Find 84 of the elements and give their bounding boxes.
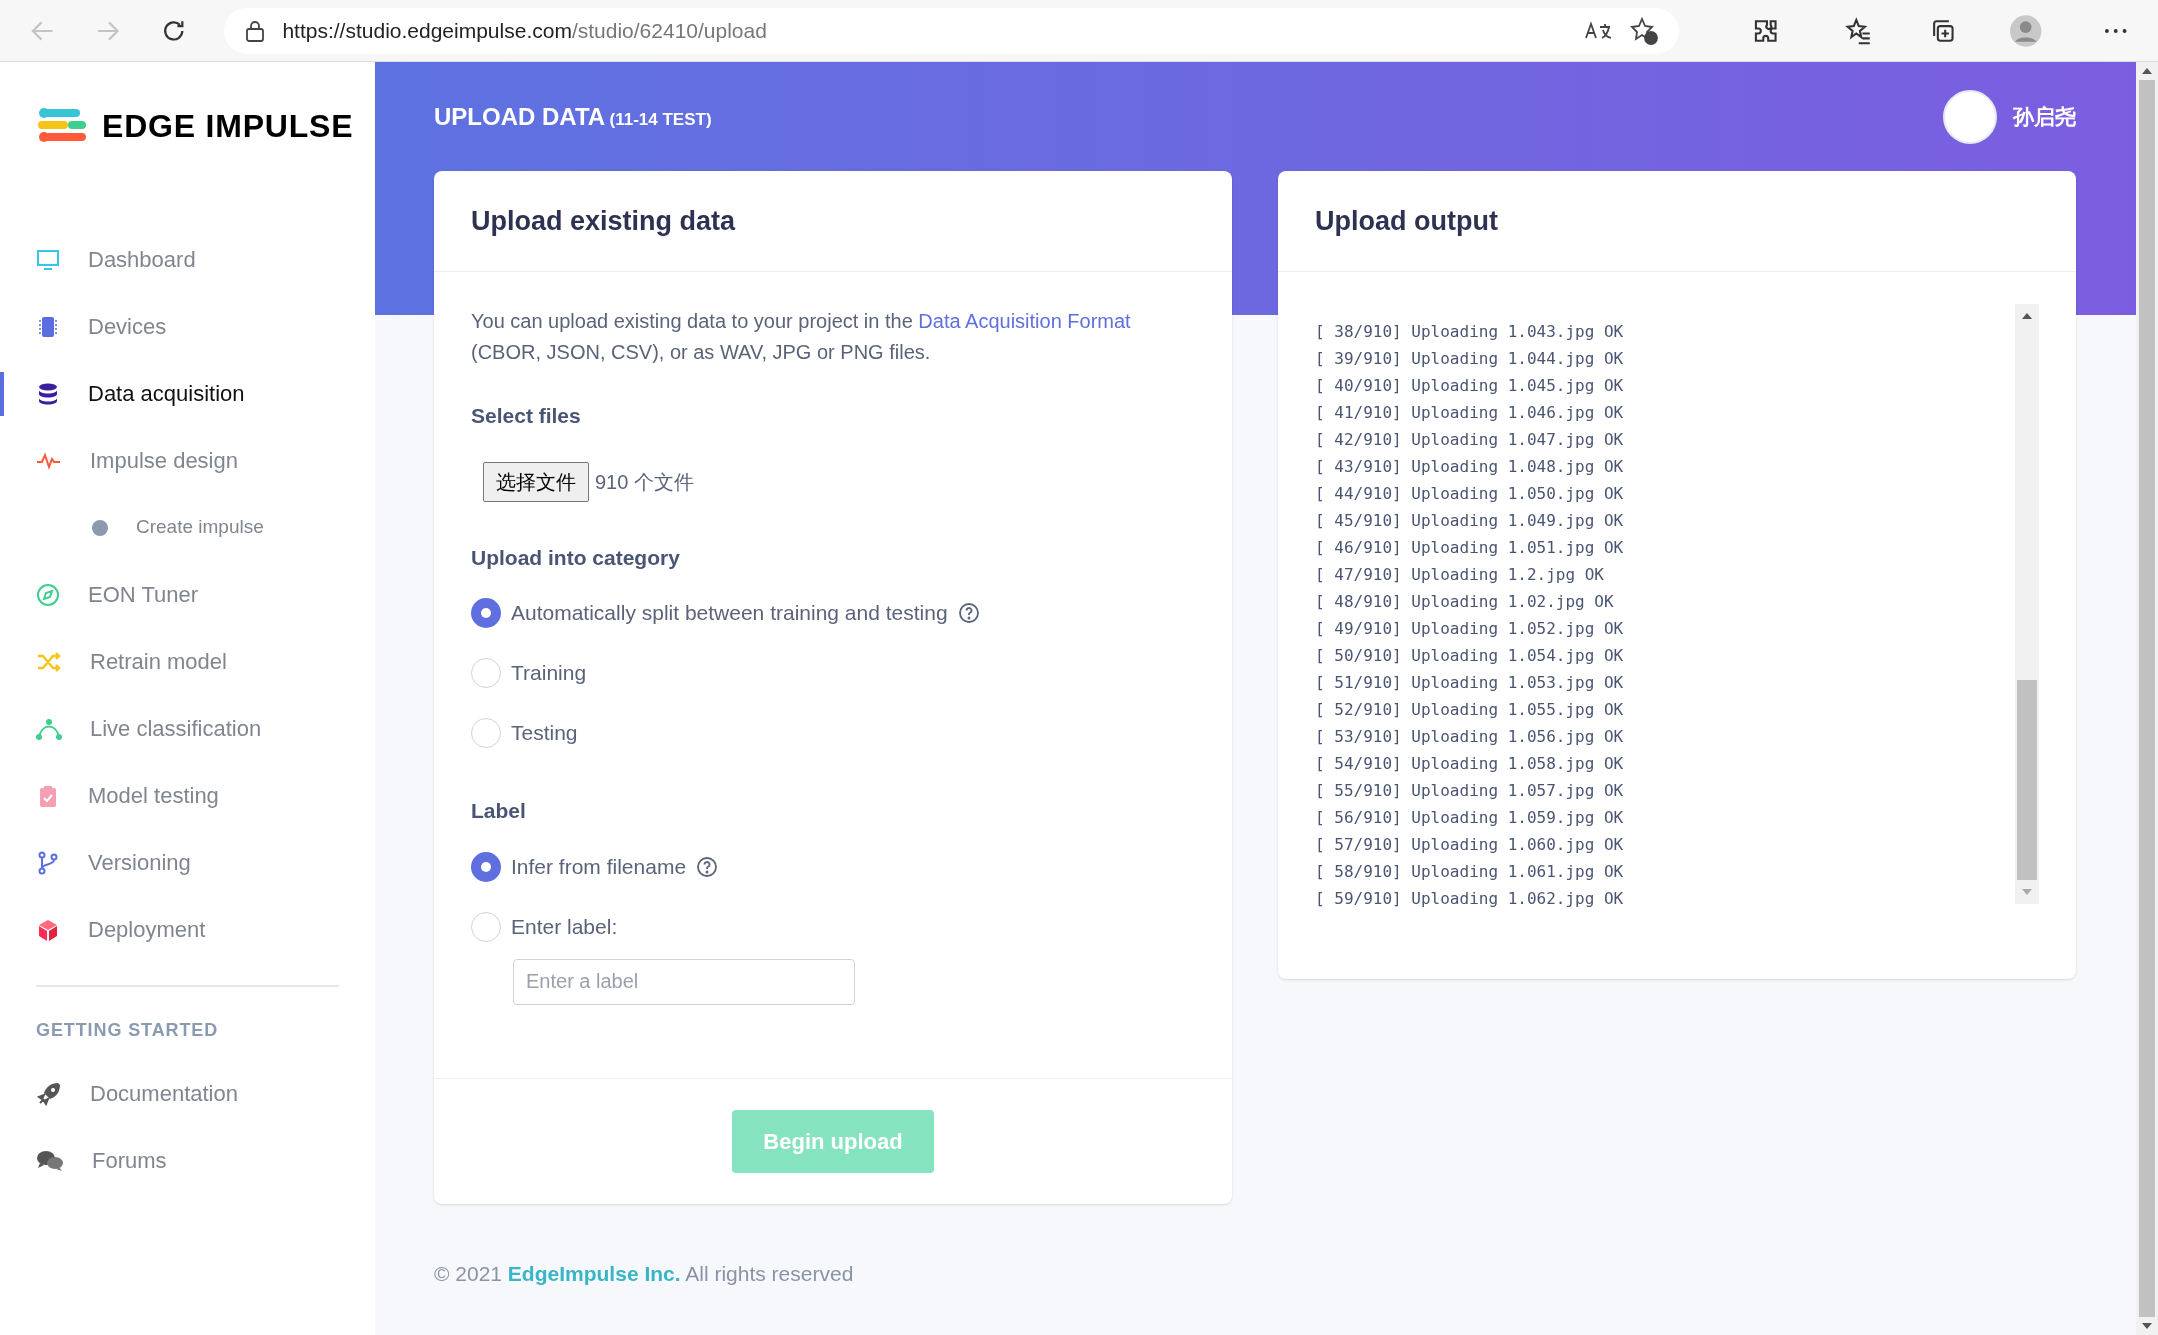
log-line: [ 39/910] Uploading 1.044.jpg OK	[1315, 348, 1625, 370]
log-line: [ 54/910] Uploading 1.058.jpg OK	[1315, 753, 1625, 775]
log-line: [ 45/910] Uploading 1.049.jpg OK	[1315, 510, 1625, 532]
sidebar-item[interactable]: Versioning	[0, 829, 375, 896]
section-heading: GETTING STARTED	[35, 1019, 220, 1042]
bullet-icon	[92, 519, 108, 536]
sidebar-item[interactable]: Dashboard	[0, 226, 375, 293]
option-label[interactable]: Automatically split between training and testing	[511, 597, 948, 629]
option-label[interactable]: Testing	[511, 717, 578, 749]
log-line: [ 46/910] Uploading 1.051.jpg OK	[1315, 537, 1625, 559]
cube-icon	[36, 917, 60, 942]
log-line: [ 59/910] Uploading 1.062.jpg OK	[1315, 888, 1625, 910]
monitor-icon	[36, 247, 60, 272]
file-button[interactable]: 选择文件	[483, 461, 589, 502]
sidebar-item[interactable]: Retrain model	[0, 628, 375, 695]
field-label: Upload into category	[471, 544, 681, 571]
log-line: [ 57/910] Uploading 1.060.jpg OK	[1315, 834, 1625, 856]
profile-icon[interactable]	[2009, 13, 2043, 48]
log-line: [ 40/910] Uploading 1.045.jpg OK	[1315, 375, 1625, 397]
scrollbar-thumb[interactable]	[2017, 680, 2037, 880]
logo-icon	[38, 107, 88, 145]
log-scrollbar[interactable]	[2015, 304, 2039, 904]
sidebar-item[interactable]: Impulse design	[0, 427, 375, 494]
field-label: Select files	[471, 403, 582, 429]
branch-icon	[36, 850, 60, 875]
sidebar-item[interactable]: EON Tuner	[0, 561, 375, 628]
sidebar-item[interactable]: Live classification	[0, 695, 375, 762]
log-line: [ 41/910] Uploading 1.046.jpg OK	[1315, 402, 1625, 424]
page-title: UPLOAD DATA (11-14 TEST)	[434, 101, 712, 132]
address-bar[interactable]: https://studio.edgeimpulse.com/studio/62410/upload	[224, 7, 1679, 54]
sidebar-item[interactable]: Model testing	[0, 762, 375, 829]
log-line: [ 56/910] Uploading 1.059.jpg OK	[1315, 807, 1625, 829]
log-line: [ 53/910] Uploading 1.056.jpg OK	[1315, 726, 1625, 748]
format-link[interactable]: Data Acquisition Format	[918, 310, 1131, 332]
log-line: [ 47/910] Uploading 1.2.jpg OK	[1315, 564, 1605, 586]
label-input[interactable]: Enter a label	[513, 958, 855, 1005]
file-status: 910 个文件	[595, 469, 694, 495]
radio-button[interactable]	[471, 851, 501, 882]
log-line: [ 51/910] Uploading 1.053.jpg OK	[1315, 672, 1625, 694]
radio-button[interactable]	[471, 598, 501, 628]
card-title: Upload existing data	[471, 204, 736, 238]
log-line: [ 44/910] Uploading 1.050.jpg OK	[1315, 483, 1625, 505]
log-line: [ 52/910] Uploading 1.055.jpg OK	[1315, 699, 1625, 721]
radio-button[interactable]	[471, 658, 501, 688]
log-line: [ 48/910] Uploading 1.02.jpg OK	[1315, 591, 1615, 613]
curve-icon	[36, 716, 62, 741]
sidebar-item[interactable]: Deployment	[0, 896, 375, 963]
rocket-icon	[36, 1080, 62, 1107]
user-name[interactable]: 孙启尧	[2013, 100, 2076, 133]
logo-text: EDGE IMPULSE	[102, 107, 354, 146]
database-icon	[36, 381, 60, 406]
field-label: Label	[471, 798, 527, 824]
shuffle-icon	[36, 649, 62, 674]
sidebar-subitem[interactable]: Create impulse	[0, 494, 375, 561]
lock-icon[interactable]	[244, 18, 267, 43]
company-link[interactable]: EdgeImpulse Inc.	[507, 1261, 681, 1285]
option-label[interactable]: Infer from filename	[511, 850, 687, 883]
log-line: [ 55/910] Uploading 1.057.jpg OK	[1315, 780, 1625, 802]
sidebar-link[interactable]: Documentation	[0, 1060, 375, 1127]
chip-icon	[36, 314, 60, 339]
log-line: [ 38/910] Uploading 1.043.jpg OK	[1315, 321, 1625, 343]
radio-button[interactable]	[471, 911, 501, 942]
log-line: [ 43/910] Uploading 1.048.jpg OK	[1315, 456, 1625, 478]
log-line: [ 42/910] Uploading 1.047.jpg OK	[1315, 429, 1625, 451]
radio-button[interactable]	[471, 718, 501, 748]
url-text: https://studio.edgeimpulse.com/studio/62410/upload	[282, 17, 767, 44]
log-line: [ 50/910] Uploading 1.054.jpg OK	[1315, 645, 1625, 667]
scrollbar-thumb[interactable]	[2139, 80, 2155, 1317]
footer-text: © 2021 EdgeImpulse Inc. All rights reserved	[433, 1260, 855, 1287]
description-text: You can upload existing data to your project in the Data Acquisition Format (CBOR, JSON, CSV), or as WAV, JPG or PNG files.	[471, 309, 1132, 365]
page-scrollbar[interactable]	[2136, 62, 2158, 1335]
log-line: [ 49/910] Uploading 1.052.jpg OK	[1315, 618, 1625, 640]
card-title: Upload output	[1315, 204, 1498, 238]
log-line: [ 58/910] Uploading 1.061.jpg OK	[1315, 861, 1625, 883]
help-icon[interactable]	[696, 855, 719, 878]
option-label[interactable]: Training	[511, 657, 587, 689]
sidebar-item[interactable]: Devices	[0, 293, 375, 360]
help-icon[interactable]	[957, 602, 980, 624]
sidebar-item[interactable]: Data acquisition	[0, 360, 375, 427]
option-label[interactable]: Enter label:	[511, 910, 618, 943]
chat-icon	[36, 1148, 64, 1173]
compass-icon	[36, 582, 60, 607]
favorite-add-icon[interactable]	[1628, 15, 1659, 46]
sidebar-link[interactable]: Forums	[0, 1127, 375, 1194]
